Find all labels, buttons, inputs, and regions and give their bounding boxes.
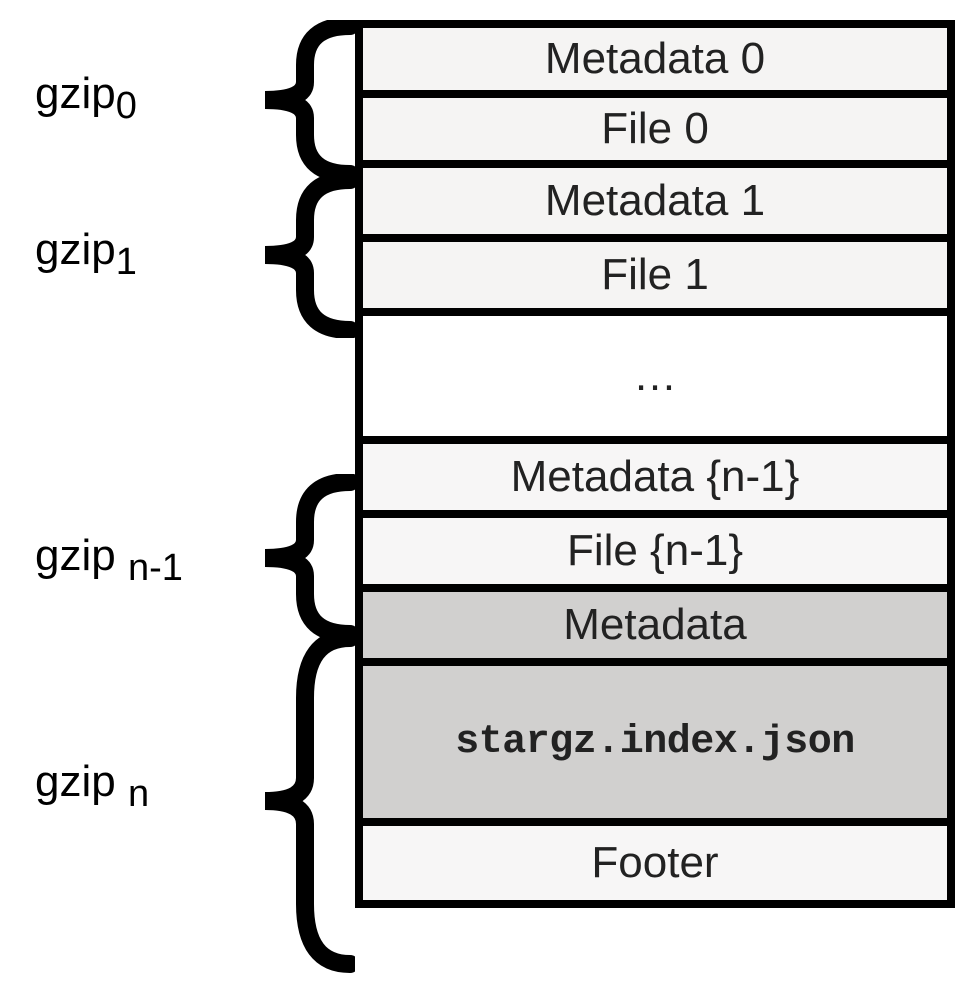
cell-text: File {n-1} bbox=[567, 526, 743, 576]
label-subscript: n bbox=[128, 773, 149, 815]
cell-text: stargz.index.json bbox=[455, 720, 855, 765]
cell-file-0: File 0 bbox=[363, 98, 947, 168]
cell-text: Metadata 0 bbox=[545, 34, 765, 84]
file-format-stack: Metadata 0 File 0 Metadata 1 File 1 … Me… bbox=[355, 20, 955, 908]
cell-metadata: Metadata bbox=[363, 592, 947, 666]
cell-text: … bbox=[633, 351, 677, 401]
label-gzip-n: gzip n bbox=[35, 760, 149, 804]
cell-text: Metadata bbox=[563, 600, 746, 650]
cell-ellipsis: … bbox=[363, 316, 947, 444]
cell-text: Metadata {n-1} bbox=[511, 452, 800, 502]
cell-text: File 1 bbox=[601, 250, 709, 300]
label-gzip-1: gzip1 bbox=[35, 228, 137, 272]
stargz-layout-diagram: gzip0 gzip1 gzip n-1 gzip n Metadata bbox=[20, 20, 960, 980]
cell-metadata-1: Metadata 1 bbox=[363, 168, 947, 242]
cell-text: Footer bbox=[591, 838, 718, 888]
label-subscript: n-1 bbox=[128, 547, 183, 589]
label-gzip-0: gzip0 bbox=[35, 72, 137, 116]
label-gzip-n-minus-1: gzip n-1 bbox=[35, 534, 183, 578]
brace-gzip-n bbox=[235, 628, 355, 974]
brace-gzip-n-minus-1 bbox=[235, 474, 355, 642]
cell-file-1: File 1 bbox=[363, 242, 947, 316]
cell-stargz-index: stargz.index.json bbox=[363, 666, 947, 826]
cell-metadata-n-minus-1: Metadata {n-1} bbox=[363, 444, 947, 518]
brace-gzip-0 bbox=[235, 20, 355, 180]
label-subscript: 1 bbox=[116, 241, 137, 283]
label-prefix: gzip bbox=[35, 757, 116, 806]
label-prefix: gzip bbox=[35, 531, 116, 580]
label-subscript: 0 bbox=[116, 85, 137, 127]
cell-metadata-0: Metadata 0 bbox=[363, 28, 947, 98]
cell-footer: Footer bbox=[363, 826, 947, 900]
cell-text: File 0 bbox=[601, 104, 709, 154]
brace-gzip-1 bbox=[235, 172, 355, 338]
label-prefix: gzip bbox=[35, 225, 116, 274]
cell-file-n-minus-1: File {n-1} bbox=[363, 518, 947, 592]
cell-text: Metadata 1 bbox=[545, 176, 765, 226]
label-prefix: gzip bbox=[35, 69, 116, 118]
